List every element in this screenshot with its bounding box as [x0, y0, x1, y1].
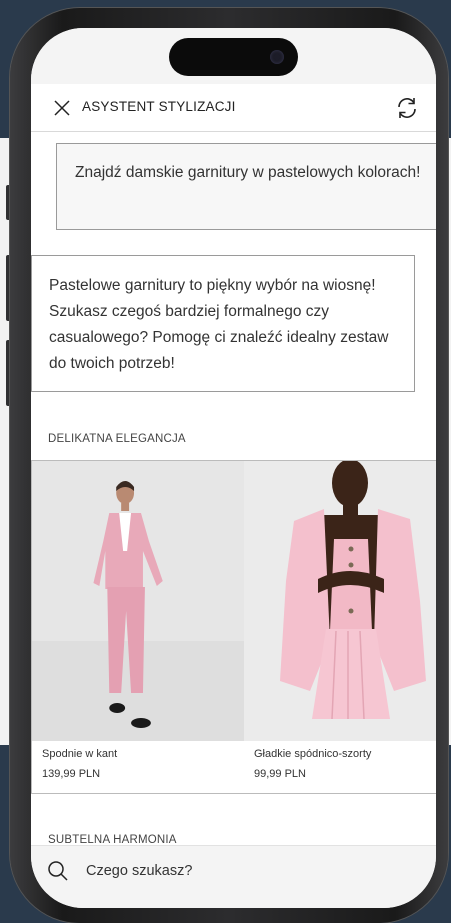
refresh-icon[interactable] [394, 95, 420, 121]
product-card[interactable]: Gładkie spódnico-szorty 99,99 PLN [244, 460, 436, 794]
assistant-header: ASYSTENT STYLIZACJI [31, 84, 436, 132]
header-title: ASYSTENT STYLIZACJI [82, 99, 236, 114]
search-bar [31, 845, 436, 908]
background-page-strip-left [0, 138, 10, 745]
search-icon[interactable] [47, 860, 69, 882]
product-carousel: Spodnie w kant 139,99 PLN Gładkie spódni… [31, 460, 436, 794]
product-name[interactable]: Spodnie w kant [42, 748, 117, 760]
phone-screen: ASYSTENT STYLIZACJI Znajdź damskie garni… [31, 28, 436, 908]
product-image-pink-skort[interactable] [244, 461, 436, 741]
product-image-pink-suit[interactable] [32, 461, 244, 741]
user-message-bubble: Znajdź damskie garnitury w pastelowych k… [56, 143, 436, 230]
close-icon[interactable] [51, 97, 73, 119]
product-price: 139,99 PLN [42, 768, 101, 780]
assistant-message-bubble: Pastelowe garnitury to piękny wybór na w… [31, 255, 415, 392]
dynamic-island [169, 38, 298, 76]
camera-lens [270, 50, 284, 64]
product-name[interactable]: Gładkie spódnico-szorty [254, 748, 371, 760]
search-input[interactable] [86, 859, 386, 883]
product-price: 99,99 PLN [254, 768, 306, 780]
section-title-delikatna-elegancja: DELIKATNA ELEGANCJA [48, 433, 186, 445]
product-card[interactable]: Spodnie w kant 139,99 PLN [31, 460, 245, 794]
